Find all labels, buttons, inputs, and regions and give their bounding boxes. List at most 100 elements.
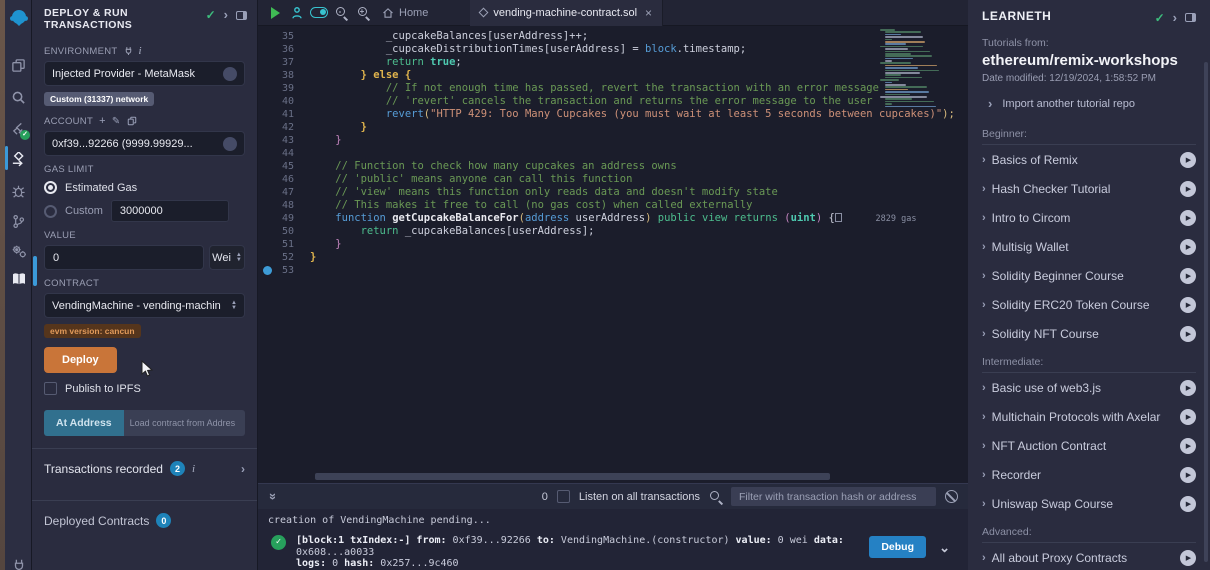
code-line[interactable]: 45 // Function to check how many cupcake… (258, 160, 968, 173)
search-icon[interactable] (5, 84, 32, 110)
start-tutorial-play-icon[interactable]: ▶ (1180, 268, 1196, 284)
learneth-expand-icon[interactable]: › (1173, 13, 1177, 23)
debugger-icon[interactable] (5, 178, 32, 204)
terminal-search-icon[interactable] (709, 490, 722, 503)
environment-select[interactable]: Injected Provider - MetaMask (44, 61, 245, 86)
listen-all-checkbox[interactable] (557, 490, 570, 503)
tutorial-expand-icon[interactable]: › (982, 300, 986, 310)
learneth-scrollbar[interactable] (1204, 62, 1208, 562)
tutorial-expand-icon[interactable]: › (982, 329, 986, 339)
contract-select[interactable]: VendingMachine - vending-machin ▲▼ (44, 293, 245, 318)
code-line[interactable]: 51 } (258, 238, 968, 251)
code-line[interactable]: 49 function getCupcakeBalanceFor(address… (258, 212, 968, 225)
code-editor[interactable]: 35 _cupcakeBalances[userAddress]++;36 _c… (258, 26, 968, 483)
start-tutorial-play-icon[interactable]: ▶ (1180, 239, 1196, 255)
start-tutorial-play-icon[interactable]: ▶ (1180, 550, 1196, 566)
tutorial-item[interactable]: ›Hash Checker Tutorial▶ (982, 174, 1196, 203)
code-line[interactable]: 52} (258, 251, 968, 264)
start-tutorial-play-icon[interactable]: ▶ (1180, 210, 1196, 226)
code-line[interactable]: 46 // 'public' means anyone can call thi… (258, 173, 968, 186)
tutorial-expand-icon[interactable]: › (982, 155, 986, 165)
line-number[interactable]: 39 (258, 82, 310, 95)
line-number[interactable]: 50 (258, 225, 310, 238)
environment-settings-icon[interactable] (223, 67, 237, 81)
start-tutorial-play-icon[interactable]: ▶ (1180, 181, 1196, 197)
line-number[interactable]: 40 (258, 95, 310, 108)
code-line[interactable]: 38 } else { (258, 69, 968, 82)
solidity-compiler-icon[interactable]: ✓ (5, 116, 32, 142)
tutorial-item[interactable]: ›Basic use of web3.js▶ (982, 373, 1196, 402)
import-repo-row[interactable]: › Import another tutorial repo (968, 84, 1210, 114)
file-explorer-icon[interactable] (5, 52, 32, 78)
start-tutorial-play-icon[interactable]: ▶ (1180, 326, 1196, 342)
tab-vending-machine-contract[interactable]: vending-machine-contract.sol × (470, 0, 663, 26)
start-tutorial-play-icon[interactable]: ▶ (1180, 152, 1196, 168)
edit-account-icon[interactable]: ✎ (112, 116, 121, 127)
copy-account-icon[interactable] (127, 116, 137, 126)
tutorial-expand-icon[interactable]: › (982, 499, 986, 509)
tutorial-expand-icon[interactable]: › (982, 184, 986, 194)
tutorial-item[interactable]: ›Intro to Circom▶ (982, 203, 1196, 232)
estimated-gas-option[interactable]: Estimated Gas (44, 181, 245, 194)
plugin-manager-icon[interactable] (5, 238, 32, 264)
line-number[interactable]: 38 (258, 69, 310, 82)
tutorial-item[interactable]: ›Multisig Wallet▶ (982, 232, 1196, 261)
custom-gas-radio[interactable] (44, 205, 57, 218)
value-unit-select[interactable]: Wei ▲▼ (209, 245, 245, 270)
close-tab-icon[interactable]: × (645, 6, 652, 20)
at-address-input[interactable] (124, 410, 245, 436)
learneth-pin-icon[interactable] (1185, 13, 1196, 22)
code-line[interactable]: 42 } (258, 121, 968, 134)
transactions-expand-icon[interactable]: › (241, 462, 245, 476)
preview-toggle-icon[interactable] (308, 2, 330, 24)
line-number[interactable]: 52 (258, 251, 310, 264)
at-address-button[interactable]: At Address (44, 410, 124, 436)
tutorial-item[interactable]: ›Recorder▶ (982, 460, 1196, 489)
terminal-filter-input[interactable] (731, 487, 936, 506)
tutorial-expand-icon[interactable]: › (982, 412, 986, 422)
remix-logo[interactable] (5, 5, 32, 31)
code-line[interactable]: 39 // If not enough time has passed, rev… (258, 82, 968, 95)
clear-terminal-icon[interactable] (945, 490, 958, 503)
transactions-info-icon[interactable]: i (192, 463, 195, 475)
tutorial-item[interactable]: ›NFT Auction Contract▶ (982, 431, 1196, 460)
line-number[interactable]: 42 (258, 121, 310, 134)
line-number[interactable]: 37 (258, 56, 310, 69)
tutorial-expand-icon[interactable]: › (982, 242, 986, 252)
custom-gas-option[interactable]: Custom (44, 200, 245, 222)
code-line[interactable]: 47 // 'view' means this function only re… (258, 186, 968, 199)
code-line[interactable]: 48 // This makes it free to call (no gas… (258, 199, 968, 212)
start-tutorial-play-icon[interactable]: ▶ (1180, 409, 1196, 425)
code-line[interactable]: 41 revert("HTTP 429: Too Many Cupcakes (… (258, 108, 968, 121)
custom-gas-input[interactable] (111, 200, 229, 222)
code-line[interactable]: 36 _cupcakeDistributionTimes[userAddress… (258, 43, 968, 56)
walkthrough-person-icon[interactable] (286, 2, 308, 24)
line-number[interactable]: 49 (258, 212, 310, 225)
tutorial-item[interactable]: ›Solidity NFT Course▶ (982, 319, 1196, 348)
tutorial-expand-icon[interactable]: › (982, 271, 986, 281)
tutorial-expand-icon[interactable]: › (982, 383, 986, 393)
start-tutorial-play-icon[interactable]: ▶ (1180, 438, 1196, 454)
start-tutorial-play-icon[interactable]: ▶ (1180, 496, 1196, 512)
line-number[interactable]: 44 (258, 147, 310, 160)
editor-minimap[interactable] (880, 29, 938, 109)
publish-ipfs-checkbox[interactable] (44, 382, 57, 395)
line-number[interactable]: 47 (258, 186, 310, 199)
learneth-icon[interactable] (5, 266, 32, 292)
tutorial-item[interactable]: ›Solidity Beginner Course▶ (982, 261, 1196, 290)
value-input[interactable] (44, 245, 204, 270)
tutorial-expand-icon[interactable]: › (982, 470, 986, 480)
deploy-and-run-icon[interactable] (5, 146, 32, 172)
code-line[interactable]: 40 // 'revert' cancels the transaction a… (258, 95, 968, 108)
line-number[interactable]: 46 (258, 173, 310, 186)
tutorial-expand-icon[interactable]: › (982, 553, 986, 563)
source-control-icon[interactable] (5, 208, 32, 234)
start-tutorial-play-icon[interactable]: ▶ (1180, 297, 1196, 313)
code-line[interactable]: 44 (258, 147, 968, 160)
estimated-gas-radio[interactable] (44, 181, 57, 194)
code-line[interactable]: 50 return _cupcakeBalances[userAddress]; (258, 225, 968, 238)
line-number[interactable]: 36 (258, 43, 310, 56)
tutorial-item[interactable]: ›Uniswap Swap Course▶ (982, 489, 1196, 518)
line-number[interactable]: 35 (258, 30, 310, 43)
start-tutorial-play-icon[interactable]: ▶ (1180, 467, 1196, 483)
